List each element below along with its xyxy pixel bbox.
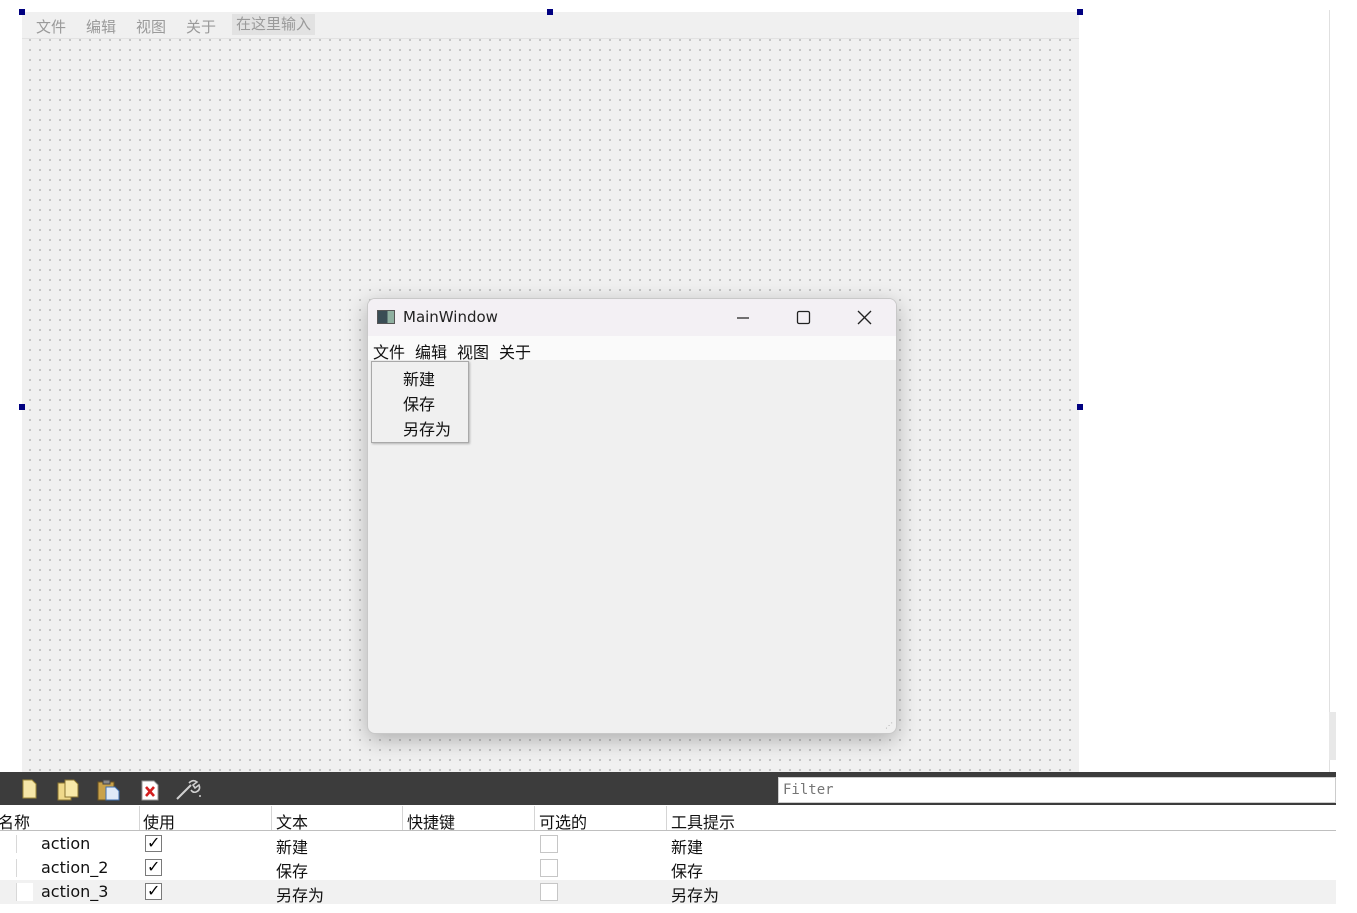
- column-divider[interactable]: [534, 806, 535, 830]
- column-header-text[interactable]: 文本: [276, 809, 308, 833]
- action-name: action_3: [41, 882, 109, 901]
- preview-menubar: 文件 编辑 视图 关于: [368, 336, 896, 363]
- checkmark-icon: ✓: [147, 881, 161, 900]
- column-header-checkable[interactable]: 可选的: [539, 809, 587, 833]
- column-header-name[interactable]: 名称: [0, 809, 30, 833]
- selection-handle-top-left[interactable]: [19, 9, 25, 15]
- preview-menu-file[interactable]: 文件: [373, 339, 405, 363]
- panel-divider: [1329, 10, 1330, 772]
- preview-menu-about[interactable]: 关于: [499, 339, 531, 363]
- close-button[interactable]: [834, 299, 894, 336]
- menu-item-save[interactable]: 保存: [403, 391, 435, 415]
- checkmark-icon: ✓: [147, 857, 161, 876]
- action-tooltip: 新建: [671, 838, 704, 857]
- new-action-icon[interactable]: [20, 779, 38, 799]
- form-menu-view[interactable]: 视图: [136, 16, 166, 37]
- preview-menu-view[interactable]: 视图: [457, 339, 489, 363]
- preview-window-title: MainWindow: [403, 308, 498, 326]
- selection-handle-top-right[interactable]: [1077, 9, 1083, 15]
- action-text: 新建: [276, 838, 309, 857]
- action-name: action: [41, 834, 91, 853]
- maximize-icon: [796, 310, 811, 325]
- close-icon: [857, 310, 872, 325]
- configure-icon[interactable]: [174, 779, 204, 801]
- form-menu-about[interactable]: 关于: [186, 16, 216, 37]
- preview-titlebar[interactable]: MainWindow: [368, 299, 896, 336]
- action-text: 保存: [276, 862, 309, 881]
- paste-icon[interactable]: [96, 779, 122, 801]
- column-divider[interactable]: [139, 806, 140, 830]
- column-divider[interactable]: [402, 806, 403, 830]
- column-header-used[interactable]: 使用: [143, 809, 175, 833]
- used-checkbox[interactable]: ✓: [145, 881, 162, 900]
- column-divider[interactable]: [666, 806, 667, 830]
- used-checkbox[interactable]: ✓: [145, 833, 162, 852]
- column-header-shortcut[interactable]: 快捷键: [407, 809, 455, 833]
- app-window-icon: [377, 310, 395, 324]
- maximize-button[interactable]: [773, 299, 833, 336]
- form-menu-file[interactable]: 文件: [36, 16, 66, 37]
- column-header-tooltip[interactable]: 工具提示: [671, 809, 735, 833]
- checkable-checkbox[interactable]: [540, 883, 558, 901]
- checkable-checkbox[interactable]: [540, 835, 558, 853]
- menu-item-new[interactable]: 新建: [403, 366, 435, 390]
- action-icon-placeholder: [16, 883, 33, 901]
- table-row[interactable]: action ✓ 新建 新建: [0, 832, 1336, 857]
- selection-handle-right[interactable]: [1077, 404, 1083, 410]
- selection-handle-left[interactable]: [19, 404, 25, 410]
- selection-handle-top[interactable]: [547, 9, 553, 15]
- action-icon-placeholder: [16, 835, 33, 853]
- delete-icon[interactable]: [139, 779, 161, 801]
- column-divider[interactable]: [271, 806, 272, 830]
- action-text: 另存为: [276, 886, 325, 905]
- table-row[interactable]: action_3 ✓ 另存为 另存为: [0, 880, 1336, 905]
- action-name: action_2: [41, 858, 109, 877]
- menu-item-save-as[interactable]: 另存为: [403, 416, 451, 440]
- file-dropdown-menu: 新建 保存 另存为: [371, 361, 469, 443]
- form-menu-edit[interactable]: 编辑: [86, 16, 116, 37]
- action-tooltip: 另存为: [671, 886, 720, 905]
- preview-menu-edit[interactable]: 编辑: [415, 339, 447, 363]
- type-here-placeholder[interactable]: 在这里输入: [232, 14, 316, 35]
- action-icon-placeholder: [16, 859, 33, 877]
- checkable-checkbox[interactable]: [540, 859, 558, 877]
- checkmark-icon: ✓: [147, 833, 161, 852]
- used-checkbox[interactable]: ✓: [145, 857, 162, 876]
- action-tooltip: 保存: [671, 862, 704, 881]
- table-row[interactable]: action_2 ✓ 保存 保存: [0, 856, 1336, 881]
- resize-grip-icon[interactable]: ⋰: [885, 721, 893, 730]
- minimize-button[interactable]: [713, 299, 773, 336]
- action-table-header: 名称 使用 文本 快捷键 可选的 工具提示: [0, 806, 1336, 833]
- preview-window[interactable]: MainWindow 文件 编辑 视图 关于 新建 保存 另存为 ⋰: [367, 298, 897, 734]
- minimize-icon: [737, 317, 749, 319]
- form-menubar[interactable]: 文件 编辑 视图 关于 在这里输入: [22, 12, 1079, 39]
- filter-input[interactable]: [778, 777, 1336, 803]
- scrollbar-thumb[interactable]: [1329, 712, 1336, 760]
- copy-icon[interactable]: [56, 779, 82, 801]
